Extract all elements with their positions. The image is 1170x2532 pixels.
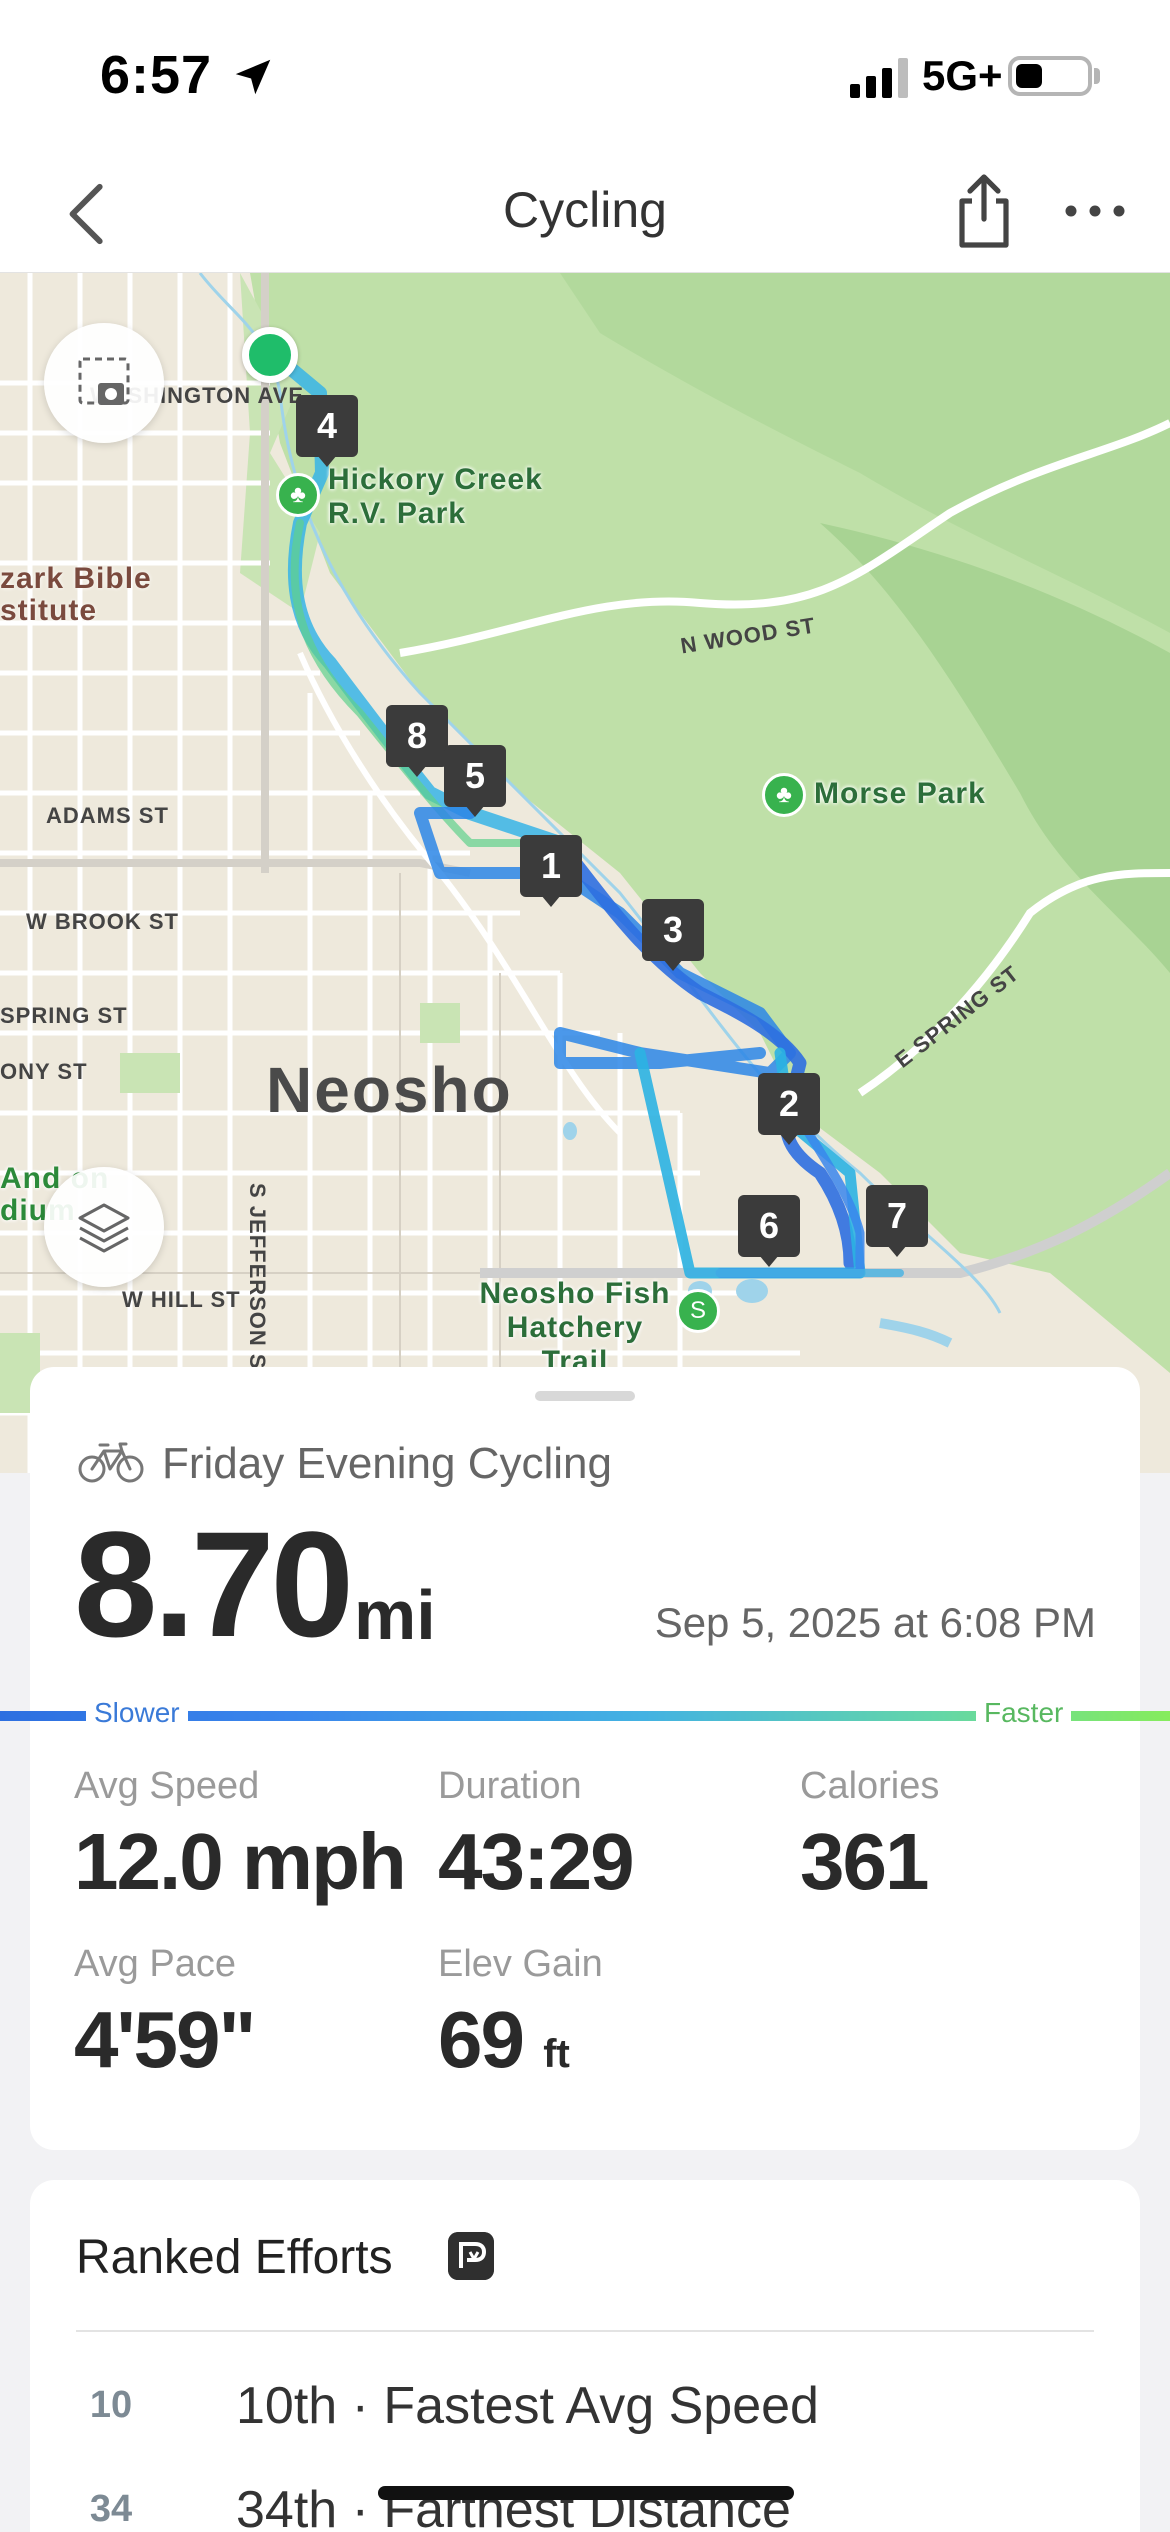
stat-label: Duration	[438, 1765, 582, 1807]
poi-label-morse[interactable]: Morse Park	[814, 777, 986, 811]
network-label: 5G+	[922, 52, 1003, 99]
legend-slower-label: Slower	[86, 1697, 188, 1729]
street-label-spring: SPRING ST	[0, 1003, 128, 1028]
home-indicator[interactable]	[378, 2486, 794, 2500]
location-arrow-icon	[235, 59, 271, 95]
street-label-brook: W BROOK ST	[26, 909, 179, 934]
activity-date: Sep 5, 2025 at 6:08 PM	[654, 1599, 1096, 1646]
drag-handle[interactable]	[535, 1391, 635, 1401]
stat-avg-speed: Avg Speed 12.0 mph	[74, 1765, 407, 1908]
activity-summary-card: Friday Evening Cycling 8.70 mi Sep 5, 20…	[0, 1367, 1170, 2150]
stat-unit: ft	[543, 2032, 570, 2076]
battery-tip	[1094, 68, 1100, 84]
route-map[interactable]: WASHINGTON AVE N WOOD ST ADAMS ST W BROO…	[0, 273, 1170, 1473]
stat-value: 69 ft	[438, 1994, 603, 2086]
start-marker	[242, 327, 298, 383]
ranked-effort-row[interactable]: 10 10th · Fastest Avg Speed	[76, 2368, 1096, 2448]
screenshot-icon	[78, 357, 130, 405]
stat-calories: Calories 361	[800, 1765, 939, 1908]
lap-marker[interactable]: 6	[738, 1195, 800, 1267]
ranked-efforts-title: Ranked Efforts	[76, 2231, 393, 2284]
institution-label: zark Bible stitute	[0, 562, 152, 627]
city-label: Neosho	[266, 1054, 513, 1126]
stat-elev-gain: Elev Gain 69 ft	[438, 1943, 603, 2086]
rank-text: 10th · Fastest Avg Speed	[236, 2377, 819, 2435]
signal-icon	[850, 58, 908, 98]
status-time: 6:57	[100, 45, 213, 105]
bicycle-icon	[78, 1442, 144, 1483]
ranked-effort-row[interactable]: 34 34th · Farthest Distance	[76, 2472, 1096, 2532]
stat-value-number: 69	[438, 1995, 525, 2084]
map-screenshot-button[interactable]	[44, 323, 164, 443]
ranked-efforts-card: Ranked Efforts 10 10th · Fastest Avg Spe…	[30, 2180, 1140, 2532]
more-icon[interactable]	[1062, 191, 1128, 231]
legend-faster-label: Faster	[976, 1697, 1072, 1729]
street-label-adams: ADAMS ST	[46, 803, 169, 828]
stat-avg-pace: Avg Pace 4'59"	[74, 1943, 256, 2086]
park-pin-icon[interactable]: ♣	[276, 473, 320, 517]
lap-marker[interactable]: 3	[642, 899, 704, 971]
distance-unit: mi	[354, 1576, 436, 1654]
chevron-left-icon[interactable]	[60, 179, 120, 249]
rank-number: 34	[89, 2488, 133, 2530]
battery-icon	[1008, 56, 1092, 96]
lap-marker[interactable]: 7	[866, 1185, 928, 1257]
poi-label-hickory[interactable]: Hickory Creek R.V. Park	[328, 463, 558, 531]
stat-duration: Duration 43:29	[438, 1765, 635, 1908]
stat-value: 361	[800, 1817, 929, 1906]
poi-label-hatchery[interactable]: Neosho Fish Hatchery Trail	[470, 1277, 680, 1379]
strava-badge-icon	[448, 2232, 494, 2280]
rank-number: 10	[89, 2384, 133, 2426]
lap-marker[interactable]: 2	[758, 1073, 820, 1145]
divider	[76, 2330, 1094, 2332]
lap-marker[interactable]: 4	[296, 395, 358, 467]
stat-label: Elev Gain	[438, 1943, 603, 1985]
stat-value: 43:29	[438, 1817, 635, 1906]
speed-legend: Slower Faster	[0, 1697, 1170, 1731]
street-label-hill: W HILL ST	[122, 1287, 241, 1312]
layers-icon	[78, 1203, 130, 1253]
stat-value: 12.0 mph	[74, 1817, 407, 1906]
share-icon[interactable]	[952, 171, 1016, 251]
stat-value: 4'59"	[74, 1995, 256, 2084]
lap-marker[interactable]: 1	[520, 835, 582, 907]
lap-marker[interactable]: 8	[386, 705, 448, 777]
stat-label: Avg Speed	[74, 1765, 260, 1807]
nav-bar: Cycling	[0, 155, 1170, 273]
trail-pin-icon[interactable]: S	[676, 1289, 720, 1333]
activity-name: Friday Evening Cycling	[162, 1439, 612, 1488]
park-pin-icon[interactable]: ♣	[762, 773, 806, 817]
street-label-jefferson: S JEFFERSON S	[245, 1183, 270, 1370]
status-bar: 6:57 5G+	[0, 0, 1170, 155]
street-label-ony: ONY ST	[0, 1059, 88, 1084]
map-layers-button[interactable]	[44, 1167, 164, 1287]
stat-label: Avg Pace	[74, 1943, 236, 1985]
distance-value: 8.70	[74, 1500, 354, 1668]
stat-label: Calories	[800, 1765, 940, 1807]
lap-marker[interactable]: 5	[444, 745, 506, 817]
